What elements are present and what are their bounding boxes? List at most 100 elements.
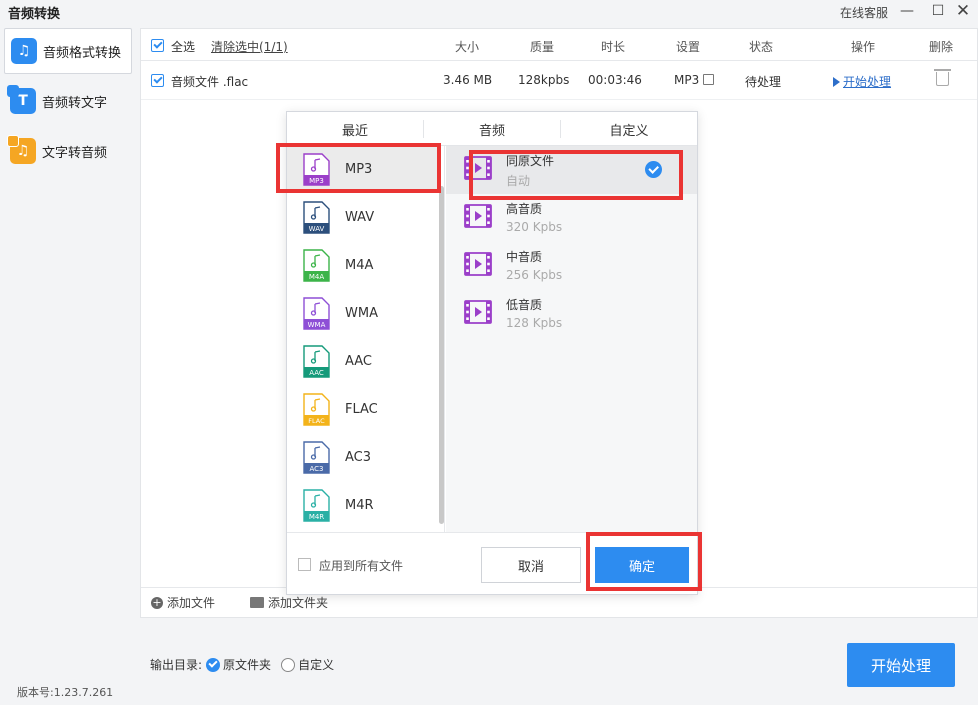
quality-item-low[interactable]: 低音质 128 Kpbs bbox=[446, 290, 697, 338]
selected-check-icon bbox=[645, 161, 662, 178]
quality-title: 中音质 bbox=[506, 250, 543, 264]
table-header: 全选 清除选中(1/1) 大小 质量 时长 设置 状态 操作 删除 bbox=[141, 29, 977, 61]
select-all-label[interactable]: 全选 bbox=[171, 38, 195, 55]
play-icon bbox=[833, 77, 840, 87]
online-support-link[interactable]: 在线客服 bbox=[840, 4, 888, 21]
video-file-icon bbox=[464, 252, 492, 276]
quality-subtitle: 128 Kpbs bbox=[506, 316, 563, 330]
add-folder-label: 添加文件夹 bbox=[268, 596, 329, 610]
header-status: 状态 bbox=[749, 40, 774, 54]
dialog-footer: 应用到所有文件 取消 确定 bbox=[287, 532, 697, 594]
start-processing-button[interactable]: 开始处理 bbox=[847, 643, 955, 687]
format-setting[interactable]: MP3 bbox=[674, 73, 715, 87]
format-name: WAV bbox=[345, 209, 375, 225]
music-note-icon: ♫ bbox=[11, 38, 37, 64]
table-row[interactable]: 音频文件 .flac 3.46 MB 128kpbs 00:03:46 MP3 … bbox=[141, 62, 977, 100]
source-folder-label[interactable]: 原文件夹 bbox=[223, 656, 271, 673]
format-item-wma[interactable]: WMA WMA bbox=[287, 290, 439, 336]
start-process-label: 开始处理 bbox=[843, 75, 892, 89]
file-size: 3.46 MB bbox=[443, 73, 493, 87]
sidebar-item-label: 音频转文字 bbox=[42, 95, 108, 111]
m4r-file-icon: M4R bbox=[303, 488, 330, 522]
custom-folder-label[interactable]: 自定义 bbox=[298, 656, 334, 673]
file-name: 音频文件 .flac bbox=[171, 75, 249, 89]
header-quality: 质量 bbox=[530, 40, 555, 54]
format-name: M4R bbox=[345, 497, 374, 513]
svg-text:M4R: M4R bbox=[309, 513, 324, 521]
close-icon[interactable]: ✕ bbox=[948, 0, 978, 22]
format-name: WMA bbox=[345, 305, 378, 321]
start-process-link[interactable]: 开始处理 bbox=[833, 73, 891, 90]
status-badge: 待处理 bbox=[745, 75, 782, 89]
format-item-ac3[interactable]: AC3 AC3 bbox=[287, 434, 439, 480]
quality-subtitle: 自动 bbox=[506, 174, 531, 188]
format-list-scrollbar[interactable] bbox=[439, 186, 444, 524]
tab-custom[interactable]: 自定义 bbox=[561, 112, 697, 146]
sidebar-item-audio-format-convert[interactable]: ♫ 音频格式转换 bbox=[4, 28, 132, 74]
header-action: 操作 bbox=[851, 40, 876, 54]
add-file-label: 添加文件 bbox=[167, 596, 216, 610]
edit-icon[interactable] bbox=[703, 74, 715, 85]
format-name: MP3 bbox=[345, 161, 373, 177]
sidebar-item-text-to-audio[interactable]: ♫ 文字转音频 bbox=[4, 128, 132, 174]
plus-circle-icon: + bbox=[151, 595, 163, 609]
apply-all-checkbox[interactable] bbox=[298, 558, 311, 571]
svg-text:WMA: WMA bbox=[308, 321, 326, 329]
sidebar: ♫ 音频格式转换 T 音频转文字 ♫ 文字转音频 bbox=[0, 24, 137, 705]
header-settings: 设置 bbox=[676, 40, 701, 54]
tab-audio[interactable]: 音频 bbox=[424, 112, 560, 146]
format-name: AAC bbox=[345, 353, 372, 369]
format-item-mp3[interactable]: MP3 MP3 bbox=[287, 146, 439, 192]
folder-plus-icon bbox=[250, 597, 264, 608]
select-all-checkbox[interactable] bbox=[151, 39, 164, 52]
music-file-icon: ♫ bbox=[7, 135, 36, 164]
quality-item-same-as-source[interactable]: 同原文件 自动 bbox=[446, 146, 697, 194]
quality-title: 高音质 bbox=[506, 202, 543, 216]
format-item-m4a[interactable]: M4A M4A bbox=[287, 242, 439, 288]
m4a-file-icon: M4A bbox=[303, 248, 330, 282]
wav-file-icon: WAV bbox=[303, 200, 330, 234]
format-item-aac[interactable]: AAC AAC bbox=[287, 338, 439, 384]
svg-text:FLAC: FLAC bbox=[308, 417, 325, 425]
apply-all-label[interactable]: 应用到所有文件 bbox=[319, 557, 403, 574]
add-folder-button[interactable]: 添加文件夹 bbox=[250, 594, 328, 611]
add-file-button[interactable]: + 添加文件 bbox=[151, 594, 215, 611]
format-value: MP3 bbox=[674, 73, 700, 87]
video-file-icon bbox=[464, 300, 492, 324]
svg-text:M4A: M4A bbox=[309, 273, 324, 281]
radio-source-folder[interactable] bbox=[206, 657, 221, 672]
version-label: 版本号:1.23.7.261 bbox=[17, 686, 114, 699]
format-item-wav[interactable]: WAV WAV bbox=[287, 194, 439, 240]
svg-text:MP3: MP3 bbox=[309, 177, 324, 185]
confirm-button[interactable]: 确定 bbox=[595, 547, 689, 583]
quality-subtitle: 320 Kpbs bbox=[506, 220, 563, 234]
format-dialog: 最近 音频 自定义 MP3 MP3 WAV WAV M4A M4A WMA WM… bbox=[286, 111, 698, 595]
svg-text:WAV: WAV bbox=[309, 225, 325, 233]
file-quality: 128kpbs bbox=[518, 73, 570, 87]
output-directory: 输出目录: 原文件夹 自定义 bbox=[150, 656, 334, 673]
video-file-icon bbox=[464, 204, 492, 228]
minimize-icon[interactable]: — bbox=[892, 0, 922, 22]
sidebar-item-audio-to-text[interactable]: T 音频转文字 bbox=[4, 78, 132, 124]
tab-recent[interactable]: 最近 bbox=[287, 112, 423, 146]
clear-selected-link[interactable]: 清除选中(1/1) bbox=[211, 38, 288, 55]
aac-file-icon: AAC bbox=[303, 344, 330, 378]
title-bar: 音频转换 在线客服 — ☐ ✕ bbox=[0, 0, 978, 24]
sidebar-item-label: 音频格式转换 bbox=[43, 45, 122, 61]
ac3-file-icon: AC3 bbox=[303, 440, 330, 474]
format-item-flac[interactable]: FLAC FLAC bbox=[287, 386, 439, 432]
format-list: MP3 MP3 WAV WAV M4A M4A WMA WMA AAC AAC … bbox=[287, 146, 445, 532]
quality-item-high[interactable]: 高音质 320 Kpbs bbox=[446, 194, 697, 242]
text-t-icon: T bbox=[7, 85, 36, 114]
quality-item-medium[interactable]: 中音质 256 Kpbs bbox=[446, 242, 697, 290]
format-item-m4r[interactable]: M4R M4R bbox=[287, 482, 439, 528]
row-checkbox[interactable] bbox=[151, 74, 164, 87]
trash-icon[interactable] bbox=[934, 69, 951, 86]
quality-title: 低音质 bbox=[506, 298, 543, 312]
quality-title: 同原文件 bbox=[506, 154, 555, 168]
radio-custom-folder[interactable] bbox=[281, 657, 296, 672]
flac-file-icon: FLAC bbox=[303, 392, 330, 426]
app-title: 音频转换 bbox=[8, 7, 61, 22]
cancel-button[interactable]: 取消 bbox=[481, 547, 581, 583]
format-name: FLAC bbox=[345, 401, 378, 417]
